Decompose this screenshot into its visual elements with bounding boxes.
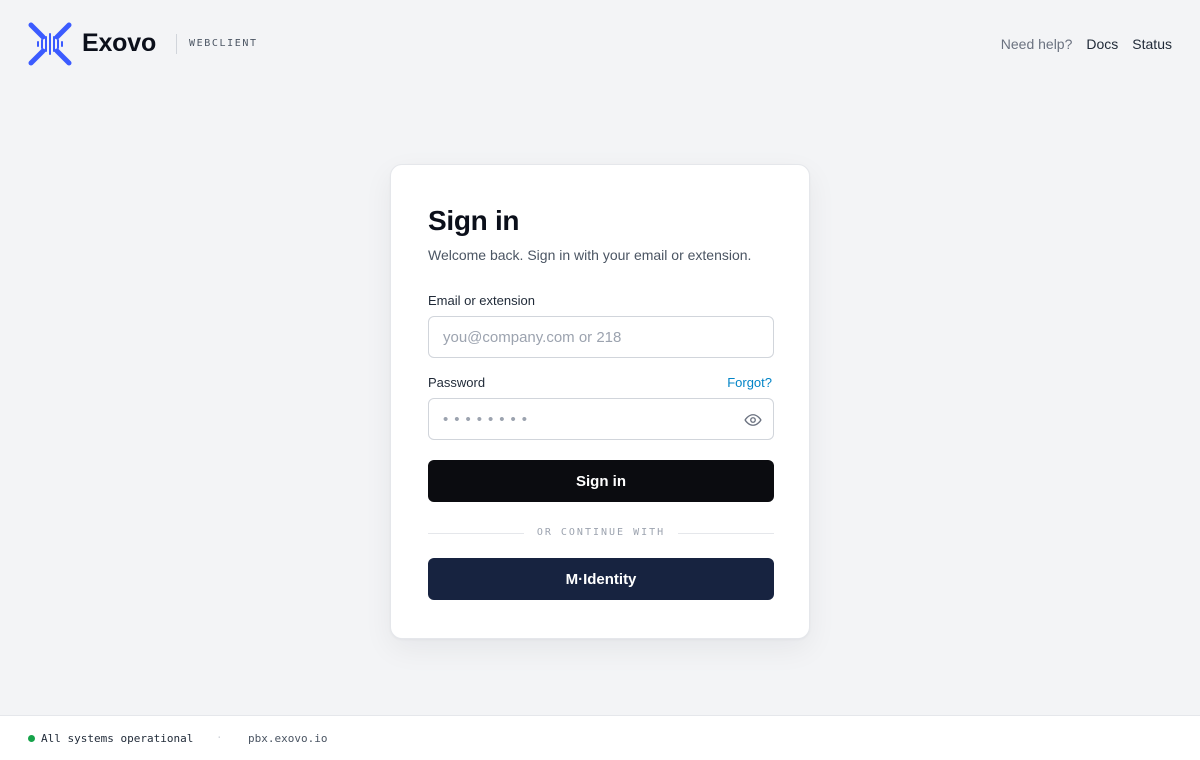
exovo-logo-icon[interactable] xyxy=(28,22,72,66)
brand-name[interactable]: Exovo xyxy=(82,29,156,58)
password-field[interactable] xyxy=(429,399,773,439)
email-label: Email or extension xyxy=(428,293,535,308)
divider-line-right xyxy=(678,533,774,534)
email-field[interactable] xyxy=(429,317,773,357)
help-text: Need help? xyxy=(1000,36,1073,52)
brand-divider xyxy=(176,34,177,54)
forgot-password-link[interactable]: Forgot? xyxy=(727,375,772,390)
sso-button[interactable]: M·Identity xyxy=(428,558,774,600)
status-dot-icon xyxy=(28,735,35,742)
email-field-wrapper xyxy=(428,316,774,358)
host-text: pbx.exovo.io xyxy=(248,732,328,745)
signin-button[interactable]: Sign in xyxy=(428,460,774,502)
top-bar: Exovo WEBCLIENT Need help? Docs Status xyxy=(0,0,1200,88)
signin-card: Sign in Welcome back. Sign in with your … xyxy=(390,164,810,639)
page-subtitle: Welcome back. Sign in with your email or… xyxy=(428,247,752,263)
password-field-wrapper xyxy=(428,398,774,440)
status-link[interactable]: Status xyxy=(1132,36,1172,52)
password-label: Password xyxy=(428,375,486,390)
footer: All systems operational · pbx.exovo.io xyxy=(0,715,1200,760)
docs-link[interactable]: Docs xyxy=(1086,36,1118,52)
page-title: Sign in xyxy=(428,205,520,236)
eye-icon[interactable] xyxy=(744,411,762,429)
or-divider: OR CONTINUE WITH xyxy=(428,527,774,541)
footer-separator: · xyxy=(216,731,223,744)
status-text[interactable]: All systems operational xyxy=(41,732,193,745)
brand-tag: WEBCLIENT xyxy=(189,38,258,49)
header-nav: Need help? Docs Status xyxy=(1001,36,1172,52)
